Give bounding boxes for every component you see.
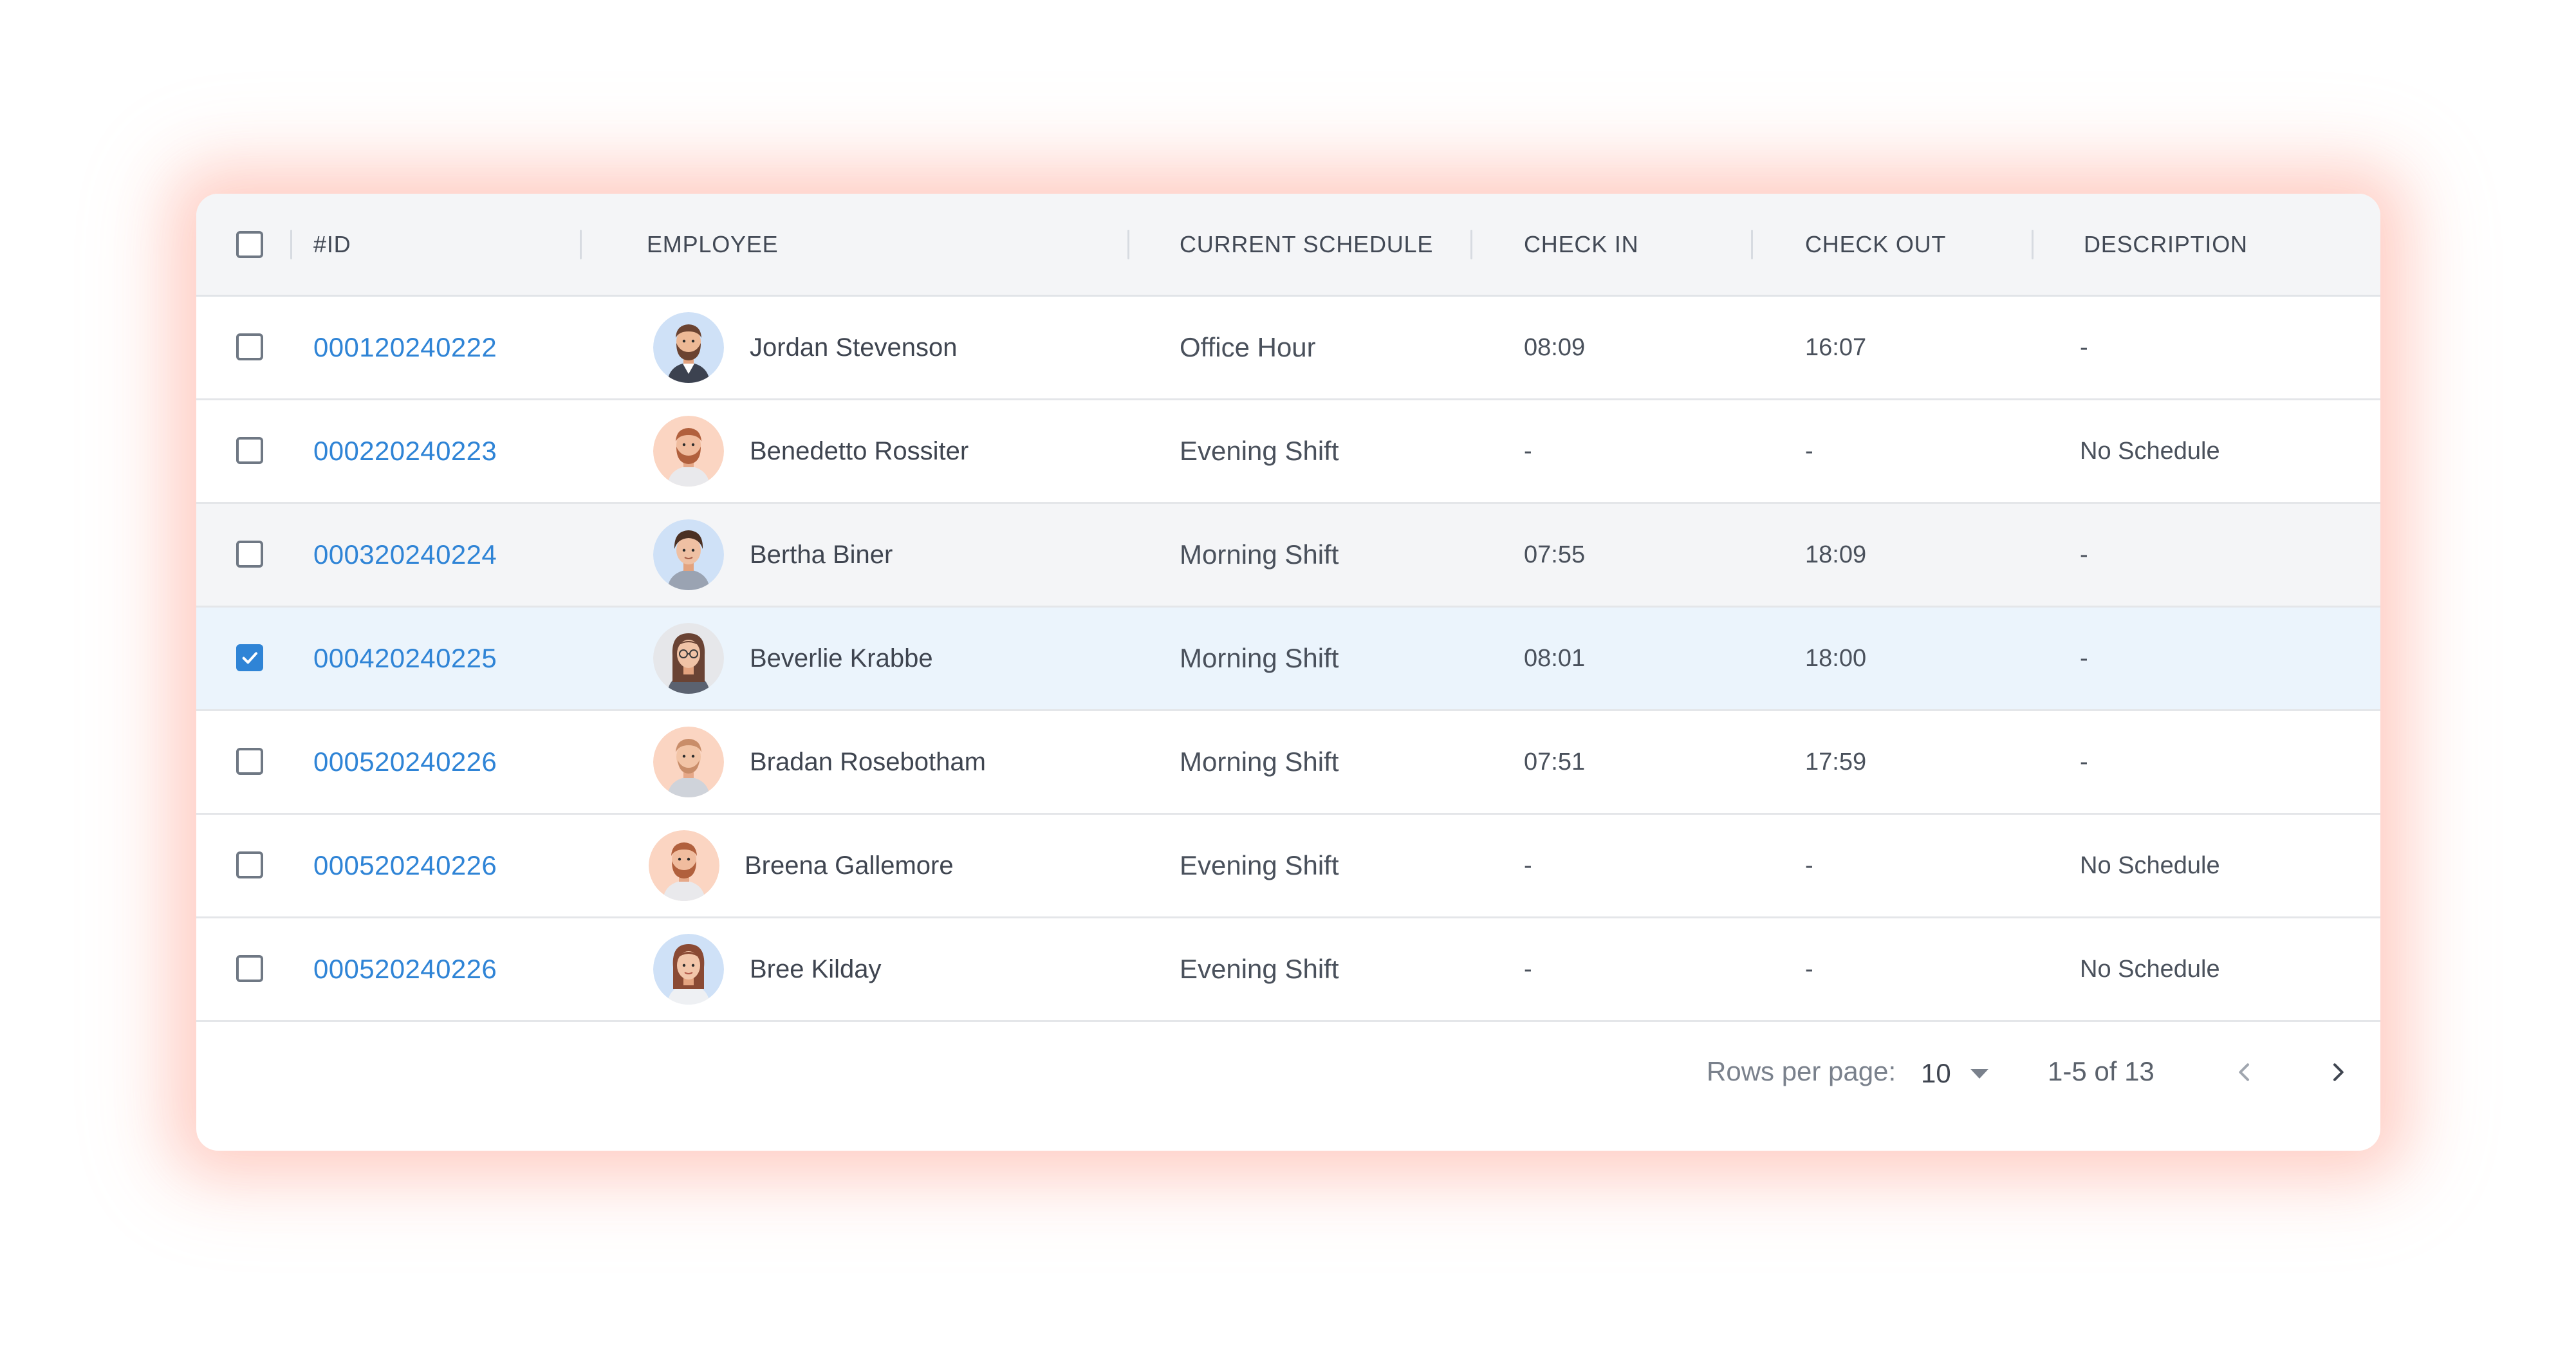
employee-avatar <box>653 727 724 797</box>
row-checkbox[interactable] <box>236 541 263 568</box>
table-row[interactable]: 000520240226 Bradan Rosebotham Morning S… <box>196 711 2380 815</box>
table-row[interactable]: 000220240223 Benedetto Rossiter Evening … <box>196 400 2380 504</box>
row-checkbox[interactable] <box>236 955 263 982</box>
employee-name: Jordan Stevenson <box>750 333 958 362</box>
chevron-right-icon <box>2333 1063 2344 1081</box>
description: No Schedule <box>2080 851 2220 879</box>
table-row[interactable]: 000520240226 Bree Kilday Evening Shift -… <box>196 918 2380 1022</box>
avatar-man-red-beard-icon <box>653 416 724 487</box>
attendance-table-card: #ID EMPLOYEE CURRENT SCHEDULE CHECK IN C… <box>196 194 2380 1151</box>
row-checkbox[interactable] <box>236 748 263 775</box>
avatar-man-beard-icon <box>653 312 724 383</box>
description: No Schedule <box>2080 437 2220 465</box>
table-row[interactable]: 000420240225 Beverlie Krabbe Morning Shi… <box>196 608 2380 711</box>
employee-avatar <box>653 934 724 1005</box>
select-all-checkbox[interactable] <box>236 231 263 258</box>
rows-per-page-value: 10 <box>1921 1058 1951 1088</box>
employee-id-link[interactable]: 000520240226 <box>313 918 497 1020</box>
employee-name: Bradan Rosebotham <box>750 747 986 776</box>
current-schedule: Office Hour <box>1180 332 1316 362</box>
pagination-range: 1-5 of 13 <box>2048 1056 2154 1086</box>
current-schedule: Evening Shift <box>1180 436 1339 466</box>
current-schedule: Evening Shift <box>1180 850 1339 880</box>
avatar-person-dark-hair-icon <box>653 519 724 590</box>
row-checkbox[interactable] <box>236 851 263 878</box>
avatar-woman-auburn-hair-icon <box>653 934 724 1005</box>
column-divider <box>1127 230 1129 259</box>
check-out-time: 18:00 <box>1805 644 1867 672</box>
employee-id-link[interactable]: 000220240223 <box>313 400 497 502</box>
check-out-time: - <box>1805 437 1813 465</box>
current-schedule: Morning Shift <box>1180 539 1339 570</box>
row-checkbox[interactable] <box>236 644 263 671</box>
employee-id-link[interactable]: 000120240222 <box>313 297 497 398</box>
employee-avatar <box>653 623 724 694</box>
check-out-time: - <box>1805 851 1813 879</box>
previous-page-button[interactable] <box>2223 1051 2266 1093</box>
table-row[interactable]: 000320240224 Bertha Biner Morning Shift … <box>196 504 2380 608</box>
employee-name: Benedetto Rossiter <box>750 436 969 465</box>
caret-down-icon <box>1970 1068 1988 1079</box>
row-checkbox[interactable] <box>236 333 263 360</box>
check-in-time: 08:01 <box>1524 644 1586 672</box>
description: No Schedule <box>2080 955 2220 983</box>
column-divider <box>1751 230 1753 259</box>
current-schedule: Evening Shift <box>1180 954 1339 984</box>
header-check-out[interactable]: CHECK OUT <box>1805 194 1946 295</box>
checkmark-icon <box>242 652 257 664</box>
employee-avatar <box>653 312 724 383</box>
header-check-in[interactable]: CHECK IN <box>1524 194 1638 295</box>
rows-per-page-select[interactable]: 10 <box>1921 1054 1988 1093</box>
description: - <box>2080 541 2088 568</box>
table-row[interactable]: 000120240222 Jordan Stevenson Office Hou… <box>196 297 2380 400</box>
description: - <box>2080 333 2088 361</box>
employee-id-link[interactable]: 000520240226 <box>313 815 497 916</box>
header-id[interactable]: #ID <box>313 194 351 295</box>
header-description[interactable]: DESCRIPTION <box>2084 194 2248 295</box>
check-in-time: - <box>1524 955 1532 983</box>
avatar-woman-glasses-icon <box>653 623 724 694</box>
employee-name: Beverlie Krabbe <box>750 644 933 673</box>
row-checkbox[interactable] <box>236 437 263 464</box>
check-out-time: 17:59 <box>1805 748 1867 776</box>
check-in-time: - <box>1524 851 1532 879</box>
pagination-bar: Rows per page: 10 1-5 of 13 <box>196 1020 2380 1151</box>
avatar-man-ginger-icon <box>653 727 724 797</box>
next-page-button[interactable] <box>2317 1051 2359 1093</box>
check-out-time: 18:09 <box>1805 541 1867 568</box>
current-schedule: Morning Shift <box>1180 643 1339 673</box>
employee-id-link[interactable]: 000420240225 <box>313 608 497 709</box>
employee-avatar <box>649 830 719 901</box>
employee-id-link[interactable]: 000320240224 <box>313 504 497 606</box>
check-in-time: 07:51 <box>1524 748 1586 776</box>
description: - <box>2080 748 2088 776</box>
current-schedule: Morning Shift <box>1180 747 1339 777</box>
employee-name: Breena Gallemore <box>745 851 954 880</box>
employee-name: Bertha Biner <box>750 540 893 569</box>
header-current-schedule[interactable]: CURRENT SCHEDULE <box>1180 194 1433 295</box>
employee-avatar <box>653 519 724 590</box>
employee-avatar <box>653 416 724 487</box>
avatar-man-red-beard-icon <box>649 830 719 901</box>
column-divider <box>1470 230 1472 259</box>
table-header: #ID EMPLOYEE CURRENT SCHEDULE CHECK IN C… <box>196 194 2380 297</box>
employee-id-link[interactable]: 000520240226 <box>313 711 497 813</box>
check-in-time: - <box>1524 437 1532 465</box>
rows-per-page-label: Rows per page: <box>1707 1056 1896 1086</box>
description: - <box>2080 644 2088 672</box>
check-out-time: 16:07 <box>1805 333 1867 361</box>
check-in-time: 07:55 <box>1524 541 1586 568</box>
check-in-time: 08:09 <box>1524 333 1586 361</box>
table-row[interactable]: 000520240226 Breena Gallemore Evening Sh… <box>196 815 2380 918</box>
check-out-time: - <box>1805 955 1813 983</box>
employee-name: Bree Kilday <box>750 954 882 983</box>
column-divider <box>2032 230 2034 259</box>
chevron-left-icon <box>2239 1063 2249 1081</box>
column-divider <box>290 230 292 259</box>
column-divider <box>580 230 582 259</box>
header-employee[interactable]: EMPLOYEE <box>647 194 778 295</box>
